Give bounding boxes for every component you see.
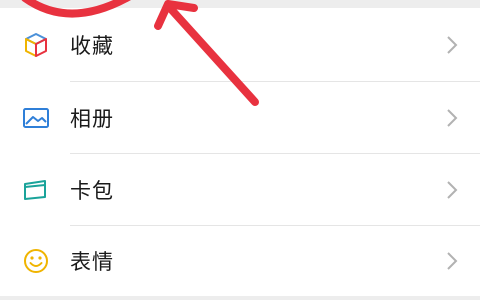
menu-item-label: 相册 — [70, 107, 114, 131]
settings-menu: 收藏 相册 卡包 表情 — [0, 8, 480, 296]
menu-item-label: 卡包 — [70, 179, 114, 203]
menu-item-label: 收藏 — [70, 34, 114, 58]
menu-item-label: 表情 — [70, 250, 114, 274]
chevron-right-icon — [447, 181, 458, 199]
section-gap — [0, 296, 480, 300]
cube-icon — [22, 31, 50, 59]
menu-item-stickers[interactable]: 表情 — [0, 226, 480, 296]
menu-item-album[interactable]: 相册 — [0, 82, 480, 154]
menu-item-favorites[interactable]: 收藏 — [0, 8, 480, 82]
menu-item-card-wallet[interactable]: 卡包 — [0, 154, 480, 226]
chevron-right-icon — [447, 36, 458, 54]
smiley-icon — [22, 247, 50, 275]
photo-icon — [22, 104, 50, 132]
chevron-right-icon — [447, 252, 458, 270]
card-wallet-icon — [22, 176, 50, 204]
chevron-right-icon — [447, 109, 458, 127]
